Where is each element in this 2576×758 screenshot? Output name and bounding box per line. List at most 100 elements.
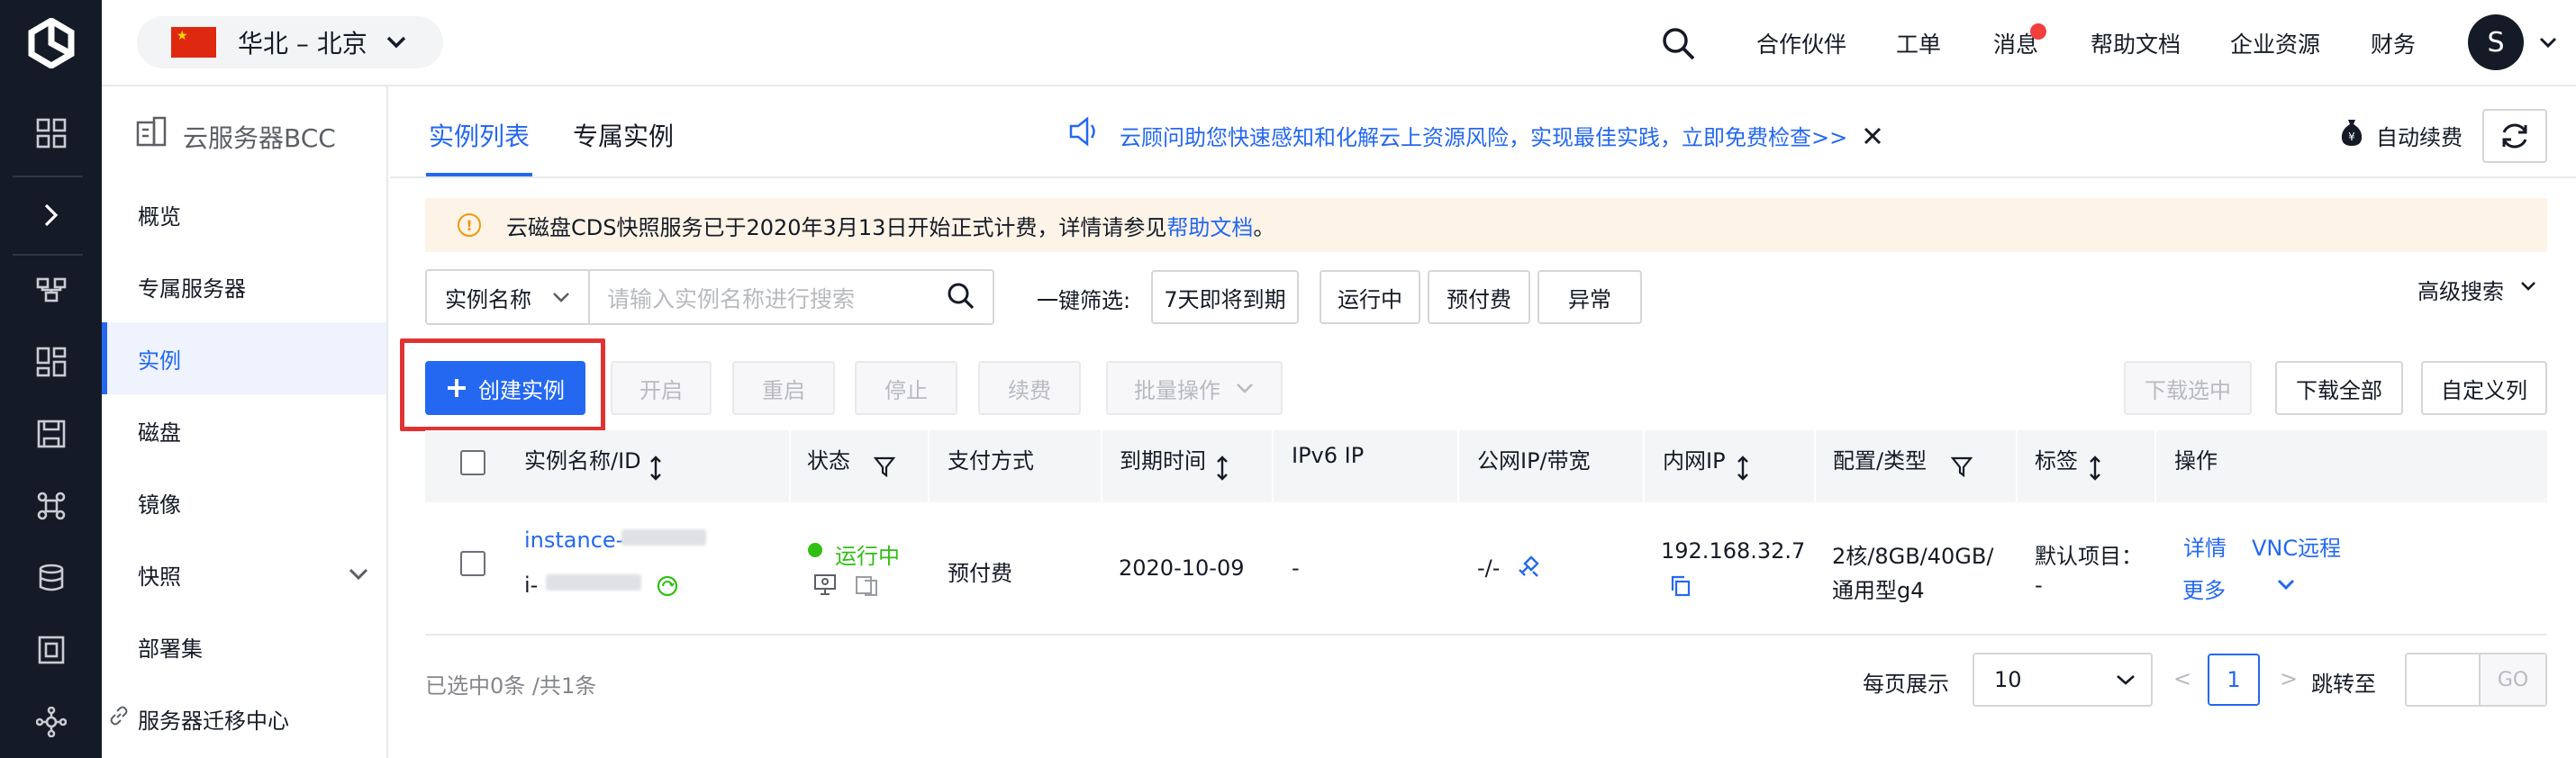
monitor-icon[interactable] [812,573,838,598]
sidebar-item-overview[interactable]: 概览 [102,178,386,250]
selection-summary: 已选中0条 /共1条 [425,673,597,699]
start-label: 开启 [639,377,683,403]
prev-page-button[interactable]: < [2173,666,2191,691]
nav-enterprise-resources[interactable]: 企业资源 [2230,27,2320,59]
expand-chevron-icon[interactable] [0,179,102,251]
page-size-select[interactable]: 10 [1973,653,2153,707]
row-checkbox[interactable] [460,551,485,576]
column-header-public-ip: 公网IP/带宽 [1477,448,1591,474]
filter-icon[interactable] [1951,456,1973,477]
refresh-icon [2502,123,2527,149]
sidebar-item-label: 专属服务器 [138,275,246,302]
alert-text: 云磁盘CDS快照服务已于2020年3月13日开始正式计费，详情请参见 [506,214,1167,240]
sidebar-item-dedicated-server[interactable]: 专属服务器 [102,250,386,322]
page-1-button[interactable]: 1 [2208,654,2260,706]
chevron-down-icon[interactable] [2538,36,2558,49]
renew-button[interactable]: 续费 [978,361,1081,415]
detail-link[interactable]: 详情 [2183,530,2227,562]
region-selector[interactable]: ★ 华北 – 北京 [137,16,443,68]
sort-icon[interactable] [649,456,662,481]
database-icon[interactable] [0,542,102,614]
more-actions-link[interactable]: 更多 [2182,573,2226,604]
vnc-remote-link[interactable]: VNC远程 [2252,530,2341,562]
satellite-icon[interactable] [1515,553,1542,580]
command-icon[interactable] [0,470,102,542]
cloud-logo-icon[interactable] [0,0,102,86]
nav-help-docs[interactable]: 帮助文档 [2091,27,2181,59]
stop-button[interactable]: 停止 [855,361,957,415]
start-button[interactable]: 开启 [611,361,712,415]
tab-dedicated-instances[interactable]: 专属实例 [573,117,674,153]
search-field-label: 实例名称 [445,286,531,312]
filter-prepaid[interactable]: 预付费 [1428,270,1530,324]
sort-icon[interactable] [1737,456,1749,481]
refresh-button[interactable] [2482,109,2547,163]
copy-refresh-icon[interactable] [656,574,679,598]
advisor-notice-link[interactable]: 云顾问助您快速感知和化解云上资源风险，实现最佳实践，立即免费检查>> [1120,120,1847,151]
money-bag-icon: ¥ [2341,120,2363,146]
sidebar-item-label: 服务器迁移中心 [138,708,289,734]
select-all-checkbox[interactable] [460,450,485,475]
sidebar-item-disks[interactable]: 磁盘 [102,394,386,466]
batch-operations-dropdown[interactable]: 批量操作 [1106,361,1283,415]
instance-name-link[interactable]: instance- [524,528,623,553]
nav-tickets[interactable]: 工单 [1896,27,1941,59]
search-icon[interactable] [946,281,976,311]
filter-running[interactable]: 运行中 [1320,270,1420,324]
sidebar-item-instances[interactable]: 实例 [102,322,386,394]
column-header-name-id[interactable]: 实例名称/ID [524,443,641,474]
download-all-button[interactable]: 下载全部 [2275,361,2403,415]
column-header-payment: 支付方式 [948,448,1034,474]
filter-abnormal[interactable]: 异常 [1537,270,1642,324]
advanced-search-link[interactable]: 高级搜索 [2417,274,2504,305]
sidebar-item-images[interactable]: 镜像 [102,466,386,538]
restart-button[interactable]: 重启 [732,361,835,415]
nav-partners[interactable]: 合作伙伴 [1756,27,1846,59]
filter-expiring-7days[interactable]: 7天即将到期 [1151,270,1299,324]
stop-label: 停止 [884,377,928,403]
warning-icon: ! [458,213,481,237]
agent-icon[interactable] [854,573,879,598]
sidebar-item-deployment-sets[interactable]: 部署集 [102,610,386,682]
chevron-down-icon[interactable] [2276,578,2296,591]
sidebar-item-migration-center[interactable]: 服务器迁移中心 [102,682,386,754]
chevron-down-icon[interactable] [348,567,369,582]
tab-instance-list[interactable]: 实例列表 [429,117,530,153]
filter-label: 预付费 [1447,286,1511,312]
alert-help-link[interactable]: 帮助文档 [1166,210,1253,241]
chevron-down-icon [553,293,569,302]
search-icon[interactable] [1661,26,1697,62]
column-header-expire[interactable]: 到期时间 [1120,443,1206,474]
jump-page-input[interactable] [2407,654,2481,705]
custom-columns-button[interactable]: 自定义列 [2421,361,2547,415]
running-status-dot [808,543,822,557]
next-page-button[interactable]: > [2280,666,2298,691]
search-field-select[interactable]: 实例名称 [425,269,590,325]
go-button[interactable]: GO [2481,654,2545,705]
dashboard-icon[interactable] [0,326,102,398]
copy-icon[interactable] [1669,574,1692,598]
cluster-icon[interactable] [0,686,102,758]
nav-finance[interactable]: 财务 [2371,27,2416,59]
building-icon[interactable] [0,614,102,686]
filter-icon[interactable] [874,456,895,477]
avatar[interactable]: S [2468,14,2524,70]
column-separator [1814,430,1816,502]
search-input[interactable]: 请输入实例名称进行搜索 [607,282,855,314]
network-icon[interactable] [0,254,102,326]
column-header-tags[interactable]: 标签 [2035,443,2078,474]
sort-icon[interactable] [1216,456,1229,481]
filter-label: 7天即将到期 [1164,286,1286,312]
storage-icon[interactable] [0,398,102,470]
auto-renew-link[interactable]: 自动续费 [2376,120,2463,151]
sidebar-item-snapshots[interactable]: 快照 [102,538,386,610]
grid-icon[interactable] [0,97,102,169]
download-selected-button[interactable]: 下载选中 [2124,361,2252,415]
sort-icon[interactable] [2089,456,2101,481]
config-type: 通用型g4 [1832,578,1925,603]
filter-label: 异常 [1568,286,1611,312]
close-icon[interactable] [1864,127,1882,145]
chevron-down-icon [386,36,406,49]
region-label: 华北 – 北京 [238,29,367,59]
column-header-private-ip[interactable]: 内网IP [1663,443,1726,474]
